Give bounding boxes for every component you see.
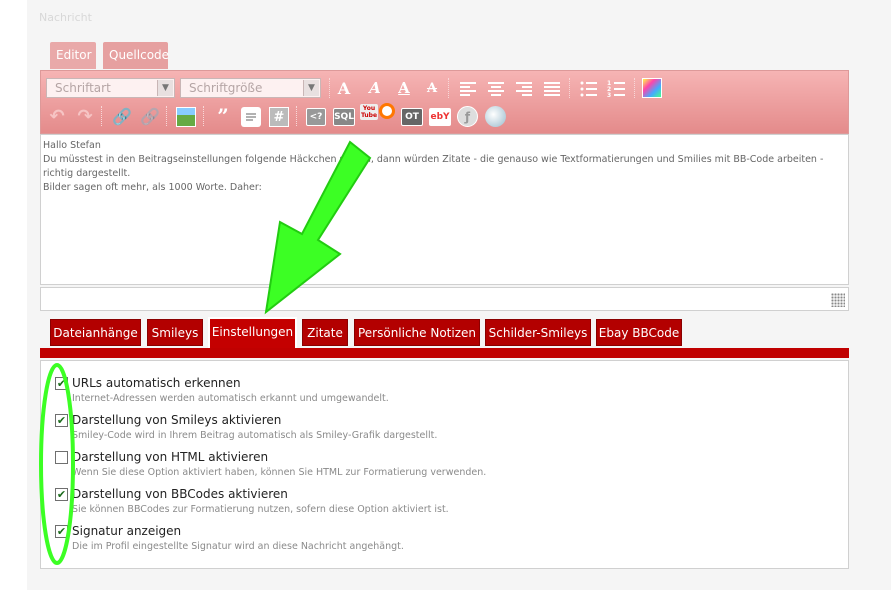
comment-icon[interactable]: [241, 107, 261, 127]
tab-personal-notes[interactable]: Persönliche Notizen: [354, 319, 480, 346]
option-description: Smiley-Code wird in Ihrem Beitrag automa…: [72, 430, 438, 441]
toolbar-separator: [203, 106, 204, 126]
tab-ebay-bbcode[interactable]: Ebay BBCode: [596, 319, 682, 346]
bbcodes-checkbox[interactable]: ✔: [55, 488, 68, 501]
undo-icon[interactable]: ↶: [47, 106, 67, 127]
option-description: Die im Profil eingestellte Signatur wird…: [72, 541, 404, 552]
section-label: Nachricht: [39, 11, 92, 24]
toolbar-separator: [569, 78, 570, 98]
toolbar-separator: [296, 106, 297, 126]
flash-icon[interactable]: ƒ: [457, 106, 478, 127]
resize-grip-icon[interactable]: [831, 293, 845, 307]
link-icon[interactable]: 🔗: [112, 106, 132, 126]
off-topic-button[interactable]: OT: [401, 108, 423, 126]
code-hash-icon[interactable]: #: [269, 107, 289, 127]
message-line: Du müsstest in den Beitragseinstellungen…: [43, 154, 824, 165]
toolbar-separator: [329, 78, 330, 98]
smileys-checkbox[interactable]: ✔: [55, 414, 68, 427]
option-description: Internet-Adressen werden automatisch erk…: [72, 393, 389, 404]
toolbar-separator: [634, 78, 635, 98]
message-line: Hallo Stefan: [43, 140, 101, 151]
php-code-button[interactable]: <?: [306, 108, 326, 126]
google-video-icon[interactable]: [379, 103, 395, 119]
align-center-icon[interactable]: [486, 79, 506, 99]
ebay-button[interactable]: ebY: [429, 108, 451, 126]
settings-panel: ✔ URLs automatisch erkennen Internet-Adr…: [40, 360, 849, 569]
bold-icon[interactable]: A: [334, 78, 354, 98]
editor-toolbar: Schriftart ▼ Schriftgröße ▼ A A A A 123 …: [40, 70, 849, 134]
underline-icon[interactable]: A: [394, 78, 414, 98]
image-icon[interactable]: [176, 107, 196, 127]
chevron-down-icon[interactable]: ▼: [303, 80, 319, 96]
font-size-select[interactable]: Schriftgröße ▼: [180, 78, 321, 98]
font-family-select[interactable]: Schriftart ▼: [46, 78, 175, 98]
bullet-list-icon[interactable]: [579, 79, 599, 99]
tab-quotes[interactable]: Zitate: [302, 319, 348, 346]
redo-icon[interactable]: ↷: [75, 106, 95, 127]
option-description: Sie können BBCodes zur Formatierung nutz…: [72, 504, 449, 515]
signature-checkbox[interactable]: ✔: [55, 525, 68, 538]
font-size-select-value: Schriftgröße: [189, 81, 263, 95]
message-textarea[interactable]: Hallo Stefan Du müsstest in den Beitrags…: [40, 134, 849, 285]
youtube-button[interactable]: You Tube: [360, 104, 378, 120]
option-label: Darstellung von Smileys aktivieren: [72, 413, 282, 427]
tab-source[interactable]: Quellcode: [103, 42, 169, 69]
sql-code-button[interactable]: SQL: [333, 108, 355, 126]
globe-icon[interactable]: [485, 106, 506, 127]
align-justify-icon[interactable]: [542, 79, 562, 99]
numbered-list-icon[interactable]: 123: [607, 79, 627, 99]
strikethrough-icon[interactable]: A: [422, 78, 442, 98]
svg-text:3: 3: [607, 92, 611, 99]
tab-smileys[interactable]: Smileys: [147, 319, 203, 346]
editor-resize-bar: [40, 287, 849, 311]
tab-settings[interactable]: Einstellungen: [208, 317, 297, 349]
option-label: Signatur anzeigen: [72, 524, 182, 538]
align-left-icon[interactable]: [458, 79, 478, 99]
quote-icon[interactable]: ”: [213, 104, 233, 128]
toolbar-separator: [101, 106, 102, 126]
align-right-icon[interactable]: [514, 79, 534, 99]
unlink-icon[interactable]: 🔗: [140, 106, 160, 126]
html-checkbox[interactable]: [55, 451, 68, 464]
toolbar-separator: [166, 106, 167, 126]
message-line: Bilder sagen oft mehr, als 1000 Worte. D…: [43, 182, 262, 193]
option-label: Darstellung von BBCodes aktivieren: [72, 487, 288, 501]
color-picker-icon[interactable]: [642, 78, 662, 98]
option-description: Wenn Sie diese Option aktiviert haben, k…: [72, 467, 487, 478]
toolbar-separator: [448, 78, 449, 98]
italic-icon[interactable]: A: [365, 78, 385, 98]
tab-editor[interactable]: Editor: [50, 42, 96, 69]
tab-strip-bar: [40, 348, 849, 358]
option-label: Darstellung von HTML aktivieren: [72, 450, 269, 464]
urls-checkbox[interactable]: ✔: [55, 377, 68, 390]
tab-sign-smileys[interactable]: Schilder-Smileys: [485, 319, 591, 346]
message-line: richtig dargestellt.: [43, 168, 131, 179]
chevron-down-icon[interactable]: ▼: [157, 80, 173, 96]
font-family-select-value: Schriftart: [55, 81, 111, 95]
option-label: URLs automatisch erkennen: [72, 376, 241, 390]
tab-attachments[interactable]: Dateianhänge: [50, 319, 141, 346]
